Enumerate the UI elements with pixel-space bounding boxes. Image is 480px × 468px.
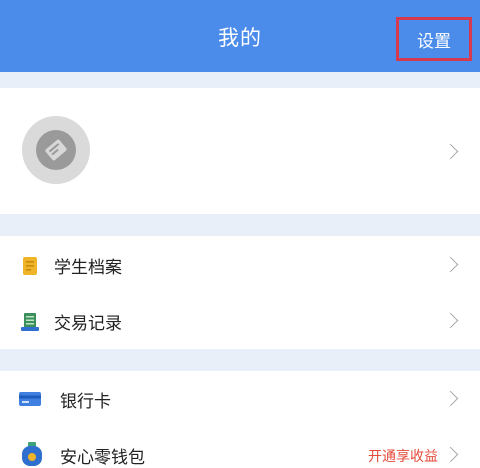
chevron-right-icon [442,143,459,160]
settings-button[interactable]: 设置 [396,17,472,61]
bank-card-icon [18,389,42,409]
profile-row[interactable] [0,88,480,214]
wallet-icon [20,441,44,467]
menu-item-label: 学生档案 [54,258,122,278]
menu-item-label: 安心零钱包 [60,448,145,468]
promo-text: 开通享收益 [368,449,438,465]
avatar-icon [36,130,76,170]
menu-item-label: 银行卡 [60,392,111,412]
chevron-right-icon [442,446,459,463]
student-file-icon [20,256,40,276]
transaction-record-icon [20,312,40,332]
section-divider [0,214,480,236]
chevron-right-icon [442,312,459,329]
menu-item-bank-card[interactable]: 银行卡 [0,371,480,427]
menu-item-wallet[interactable]: 安心零钱包 开通享收益 [0,427,480,468]
avatar[interactable] [22,116,90,184]
top-bar: 我的 设置 [0,0,480,72]
chevron-right-icon [442,390,459,407]
menu-item-student-file[interactable]: 学生档案 [0,237,480,293]
menu-item-transactions[interactable]: 交易记录 [0,293,480,349]
section-divider [0,72,480,88]
menu-item-label: 交易记录 [54,314,122,334]
section-divider [0,349,480,371]
chevron-right-icon [442,256,459,273]
